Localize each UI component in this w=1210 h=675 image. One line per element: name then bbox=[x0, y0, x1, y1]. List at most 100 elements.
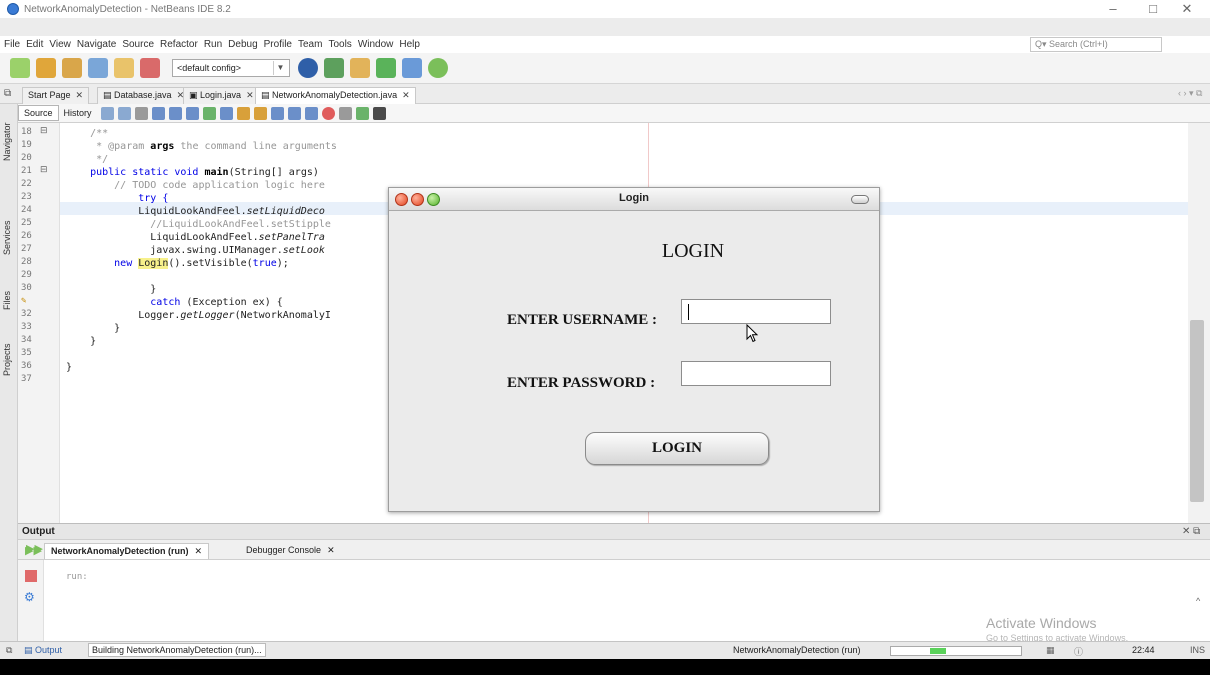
menu-run[interactable]: Run bbox=[204, 39, 222, 50]
password-field[interactable] bbox=[681, 361, 831, 386]
tab-networkanomalydetection-java[interactable]: ▤ NetworkAnomalyDetection.java ✕ bbox=[255, 87, 416, 104]
find-icon[interactable] bbox=[151, 106, 165, 120]
menu-view[interactable]: View bbox=[49, 39, 71, 50]
code-line: } bbox=[66, 362, 73, 373]
menu-edit[interactable]: Edit bbox=[26, 39, 43, 50]
next-bookmark-icon[interactable] bbox=[253, 106, 267, 120]
toggle-bookmark-icon[interactable] bbox=[270, 106, 284, 120]
new-file-icon[interactable] bbox=[10, 58, 30, 78]
clean-build-icon[interactable] bbox=[298, 58, 318, 78]
code-line: // TODO code application logic here bbox=[66, 180, 325, 191]
build-icon[interactable] bbox=[324, 58, 344, 78]
toggle-selection-icon[interactable] bbox=[219, 106, 233, 120]
text-caret bbox=[688, 304, 689, 320]
history-tab[interactable]: History bbox=[59, 106, 97, 120]
code-line: new Login().setVisible(true); bbox=[66, 258, 289, 269]
find-next-icon[interactable] bbox=[185, 106, 199, 120]
activate-windows-title: Activate Windows bbox=[986, 615, 1097, 631]
tab-login-java[interactable]: ▣ Login.java ✕ bbox=[183, 87, 260, 104]
tab-start-page[interactable]: Start Page ✕ bbox=[22, 87, 90, 104]
menu-help[interactable]: Help bbox=[399, 39, 420, 50]
shift-right-icon[interactable] bbox=[304, 106, 318, 120]
back-icon[interactable] bbox=[100, 106, 114, 120]
debug-icon[interactable] bbox=[402, 58, 422, 78]
start-macro-icon[interactable] bbox=[321, 106, 335, 120]
line-number-gutter: 18 19 20 21 22 23 24 25 26 27 28 29 30 ✎… bbox=[18, 123, 60, 523]
username-field[interactable] bbox=[681, 299, 831, 324]
code-line: LiquidLookAndFeel.setLiquidDeco bbox=[66, 206, 325, 217]
restore-window-icon[interactable]: ⧉ bbox=[6, 645, 12, 656]
close-tab-icon[interactable]: ✕ bbox=[402, 90, 410, 100]
tab-database-java[interactable]: ▤ Database.java ✕ bbox=[97, 87, 191, 104]
minimize-button[interactable]: – bbox=[1098, 1, 1128, 16]
side-tab-services[interactable]: Services bbox=[2, 208, 16, 268]
new-project-icon[interactable] bbox=[36, 58, 56, 78]
save-all-icon[interactable] bbox=[88, 58, 108, 78]
menu-source[interactable]: Source bbox=[122, 39, 154, 50]
menu-team[interactable]: Team bbox=[298, 39, 322, 50]
side-tab-navigator[interactable]: Navigator bbox=[2, 112, 16, 172]
menu-window[interactable]: Window bbox=[358, 39, 394, 50]
password-input[interactable] bbox=[682, 362, 830, 385]
stop-icon[interactable] bbox=[25, 570, 37, 582]
settings-icon[interactable]: ⚙ bbox=[24, 590, 35, 604]
previous-bookmark-icon[interactable] bbox=[236, 106, 250, 120]
username-input[interactable] bbox=[682, 300, 830, 323]
scrollbar-thumb[interactable] bbox=[1190, 320, 1204, 502]
forward-icon[interactable] bbox=[117, 106, 131, 120]
redo-icon[interactable] bbox=[140, 58, 160, 78]
uncomment-icon[interactable] bbox=[372, 106, 386, 120]
tab-debugger-console[interactable]: Debugger Console ✕ bbox=[240, 543, 341, 558]
undo-icon[interactable] bbox=[114, 58, 134, 78]
info-icon[interactable]: ⓘ bbox=[1074, 645, 1083, 658]
code-line: } bbox=[66, 336, 97, 347]
fold-icon[interactable]: ⊟ bbox=[40, 164, 48, 175]
profile-icon[interactable] bbox=[428, 58, 448, 78]
menu-refactor[interactable]: Refactor bbox=[160, 39, 198, 50]
menu-file[interactable]: File bbox=[4, 39, 20, 50]
mouse-pointer-icon bbox=[746, 324, 759, 343]
menu-debug[interactable]: Debug bbox=[228, 39, 257, 50]
open-project-icon[interactable] bbox=[62, 58, 82, 78]
tab-output-run[interactable]: NetworkAnomalyDetection (run) ✕ bbox=[44, 543, 210, 559]
code-line: */ bbox=[66, 154, 109, 165]
side-tab-files[interactable]: Files bbox=[2, 280, 16, 320]
tab-scroll-arrows[interactable]: ‹ › ▾ ⧉ bbox=[1178, 88, 1202, 99]
build-status[interactable]: Building NetworkAnomalyDetection (run)..… bbox=[88, 643, 266, 657]
config-select[interactable]: <default config> ▼ bbox=[172, 59, 290, 77]
insert-mode: INS bbox=[1190, 645, 1206, 655]
scroll-up-icon[interactable]: ^ bbox=[1196, 596, 1200, 606]
restore-window-icon[interactable]: ⧉ bbox=[4, 88, 11, 99]
fold-icon[interactable]: ⊟ bbox=[40, 125, 48, 136]
close-tab-icon[interactable]: ✕ bbox=[76, 90, 84, 100]
menu-tools[interactable]: Tools bbox=[328, 39, 351, 50]
notifications-icon[interactable]: ▦ bbox=[1046, 645, 1055, 656]
close-tab-icon[interactable]: ✕ bbox=[195, 546, 203, 556]
code-line: } bbox=[66, 284, 157, 295]
rerun-icon[interactable]: ▶▶ bbox=[25, 544, 42, 557]
menu-profile[interactable]: Profile bbox=[264, 39, 292, 50]
menu-navigate[interactable]: Navigate bbox=[77, 39, 116, 50]
close-tab-icon[interactable]: ✕ bbox=[246, 90, 254, 100]
output-status-tab[interactable]: ▤ Output bbox=[24, 645, 62, 656]
build-clean-icon[interactable] bbox=[350, 58, 370, 78]
code-line: Logger.getLogger(NetworkAnomalyI bbox=[66, 310, 331, 321]
find-previous-icon[interactable] bbox=[168, 106, 182, 120]
close-tab-icon[interactable]: ✕ bbox=[327, 545, 335, 555]
login-button[interactable]: LOGIN bbox=[585, 432, 769, 465]
last-edit-icon[interactable] bbox=[134, 106, 148, 120]
run-icon[interactable] bbox=[376, 58, 396, 78]
shift-left-icon[interactable] bbox=[287, 106, 301, 120]
code-line: //LiquidLookAndFeel.setStipple bbox=[66, 219, 331, 230]
side-tab-projects[interactable]: Projects bbox=[2, 330, 16, 390]
source-tab[interactable]: Source bbox=[18, 105, 59, 121]
toggle-highlight-icon[interactable] bbox=[202, 106, 216, 120]
comment-icon[interactable] bbox=[355, 106, 369, 120]
stop-macro-icon[interactable] bbox=[338, 106, 352, 120]
main-toolbar: <default config> ▼ bbox=[0, 53, 1210, 84]
close-button[interactable]: ✕ bbox=[1172, 1, 1202, 17]
search-input[interactable]: Q▾ Search (Ctrl+I) bbox=[1030, 37, 1162, 52]
close-panel-icon[interactable]: ✕ ⧉ bbox=[1182, 526, 1200, 537]
toolbar-toggle-icon[interactable] bbox=[851, 195, 869, 204]
maximize-button[interactable]: □ bbox=[1138, 1, 1168, 16]
